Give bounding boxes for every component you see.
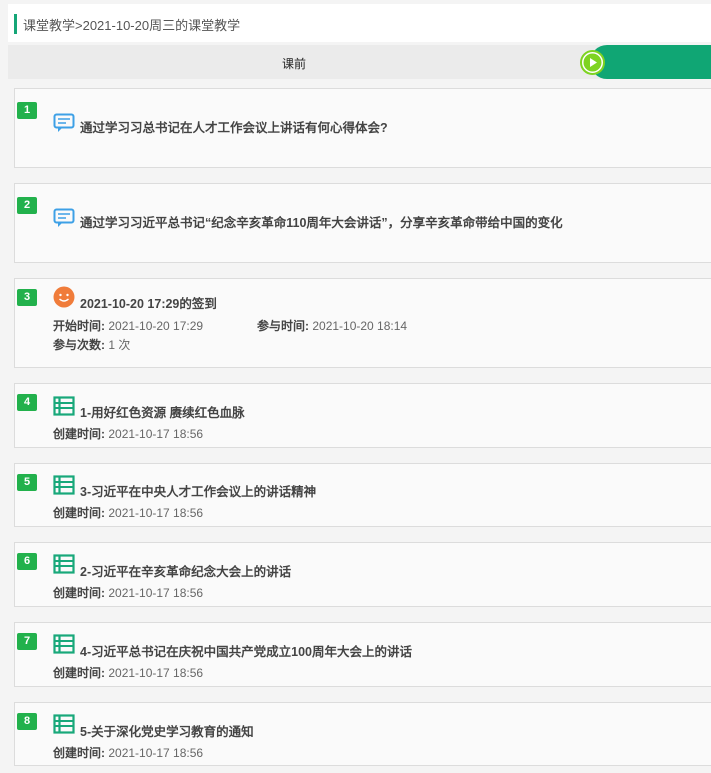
item-number: 3: [17, 289, 37, 306]
created-time: 创建时间: 2021-10-17 18:56: [53, 746, 204, 760]
play-icon: [583, 53, 602, 72]
item-number: 1: [17, 102, 37, 119]
item-title[interactable]: 通过学习习近平总书记“纪念辛亥革命110周年大会讲话”，分享辛亥革命带给中国的变…: [80, 212, 563, 231]
doc-icon: [53, 475, 75, 495]
doc-icon: [53, 634, 75, 654]
phase-bar: 课前: [8, 45, 711, 79]
join-time: 参与时间: 2021-10-20 18:14: [257, 319, 408, 333]
chat-icon: [53, 113, 75, 132]
chat-icon: [53, 208, 75, 227]
created-time: 创建时间: 2021-10-17 18:56: [53, 506, 204, 520]
play-button[interactable]: [580, 50, 605, 75]
activity-card[interactable]: 4 1-用好红色资源 赓续红色血脉 创建时间: 2021-10-17 18:56: [14, 383, 711, 448]
created-time: 创建时间: 2021-10-17 18:56: [53, 427, 204, 441]
item-title[interactable]: 2-习近平在辛亥革命纪念大会上的讲话: [80, 561, 291, 580]
activity-card[interactable]: 8 5-关于深化党史学习教育的通知 创建时间: 2021-10-17 18:56: [14, 702, 711, 766]
smile-icon: [53, 286, 75, 308]
item-number: 5: [17, 474, 37, 491]
created-time: 创建时间: 2021-10-17 18:56: [53, 586, 204, 600]
item-title[interactable]: 2021-10-20 17:29的签到: [80, 293, 217, 312]
activity-card[interactable]: 3 2021-10-20 17:29的签到 开始时间: 2021-10-20 1…: [14, 278, 711, 368]
item-title[interactable]: 3-习近平在中央人才工作会议上的讲话精神: [80, 481, 316, 500]
doc-icon: [53, 554, 75, 574]
breadcrumb-accent: [14, 14, 17, 34]
doc-icon: [53, 396, 75, 416]
join-count: 参与次数: 1 次: [53, 338, 131, 352]
activity-card[interactable]: 5 3-习近平在中央人才工作会议上的讲话精神 创建时间: 2021-10-17 …: [14, 463, 711, 527]
item-number: 4: [17, 394, 37, 411]
activity-card[interactable]: 1 通过学习习总书记在人才工作会议上讲话有何心得体会?: [14, 88, 711, 168]
item-title[interactable]: 4-习近平总书记在庆祝中国共产党成立100周年大会上的讲话: [80, 641, 412, 660]
breadcrumb[interactable]: 课堂教学>2021-10-20周三的课堂教学: [23, 15, 240, 34]
item-title[interactable]: 5-关于深化党史学习教育的通知: [80, 721, 254, 740]
phase-label[interactable]: 课前: [282, 55, 306, 72]
breadcrumb-bar: 课堂教学>2021-10-20周三的课堂教学: [8, 4, 711, 42]
created-time: 创建时间: 2021-10-17 18:56: [53, 666, 204, 680]
activity-card[interactable]: 6 2-习近平在辛亥革命纪念大会上的讲话 创建时间: 2021-10-17 18…: [14, 542, 711, 607]
activity-card[interactable]: 7 4-习近平总书记在庆祝中国共产党成立100周年大会上的讲话 创建时间: 20…: [14, 622, 711, 687]
activity-card[interactable]: 2 通过学习习近平总书记“纪念辛亥革命110周年大会讲话”，分享辛亥革命带给中国…: [14, 183, 711, 263]
item-number: 8: [17, 713, 37, 730]
item-title[interactable]: 1-用好红色资源 赓续红色血脉: [80, 402, 245, 421]
item-number: 2: [17, 197, 37, 214]
start-time: 开始时间: 2021-10-20 17:29: [53, 319, 204, 333]
item-number: 6: [17, 553, 37, 570]
item-number: 7: [17, 633, 37, 650]
doc-icon: [53, 714, 75, 734]
item-title[interactable]: 通过学习习总书记在人才工作会议上讲话有何心得体会?: [80, 117, 388, 136]
phase-progress: [590, 45, 711, 79]
